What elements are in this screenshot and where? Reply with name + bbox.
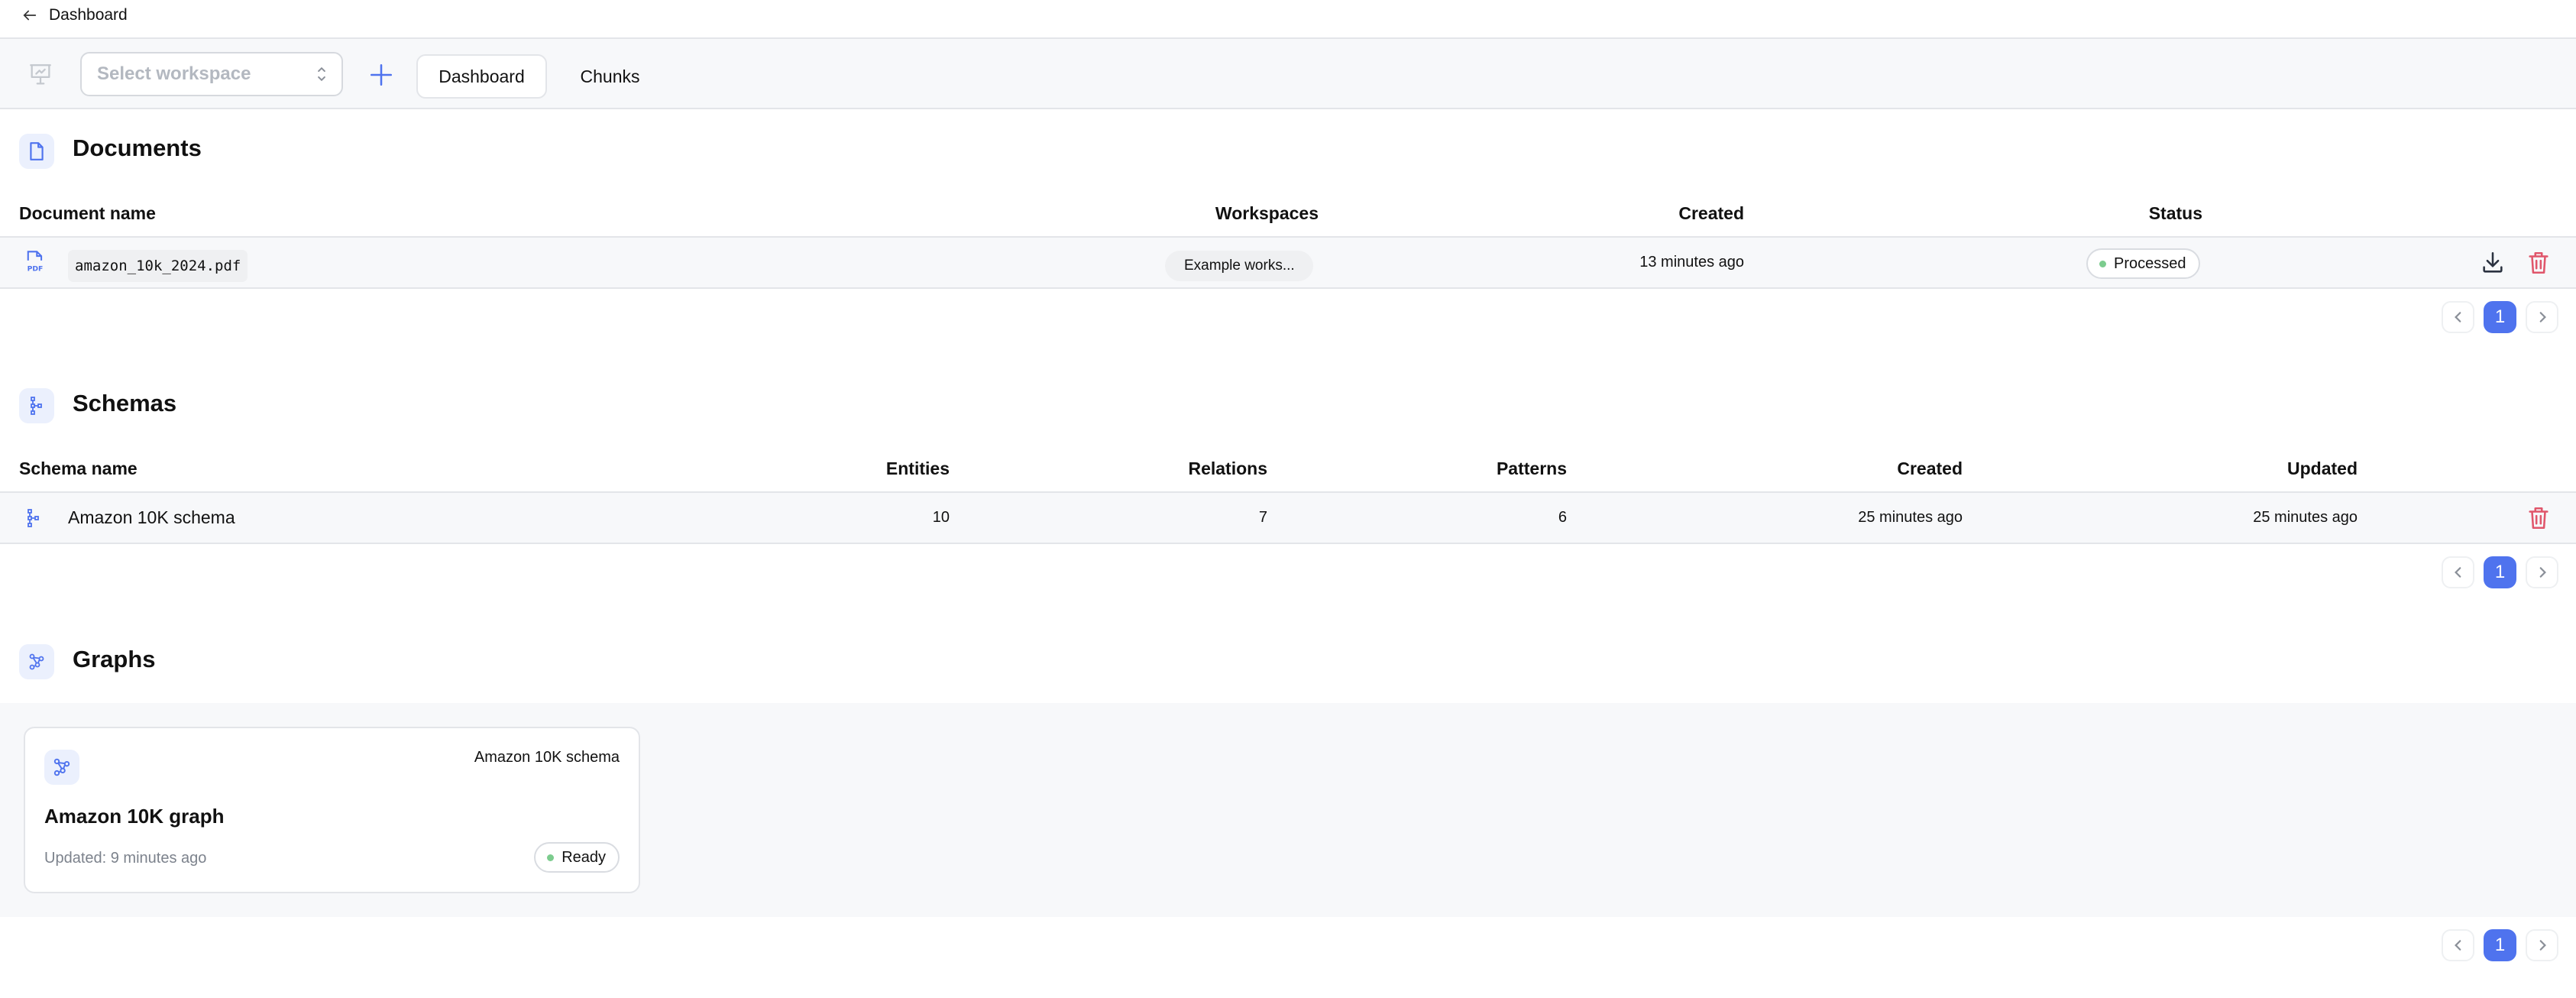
graph-icon	[53, 758, 70, 776]
schemas-section-icon	[19, 388, 54, 423]
documents-section-icon	[19, 134, 54, 169]
toolbar: Select workspace Dashboard Chunks	[0, 39, 2576, 109]
graph-icon	[29, 653, 44, 670]
chevron-left-icon	[2454, 940, 2461, 951]
back-label: Dashboard	[49, 6, 128, 24]
status-dot	[547, 854, 555, 861]
schema-icon	[31, 397, 42, 415]
workspace-select[interactable]: Select workspace	[80, 52, 343, 96]
schemas-title: Schemas	[73, 390, 177, 416]
document-row[interactable]: PDF amazon_10k_2024.pdf Example works...…	[0, 236, 2576, 289]
top-bar: Dashboard	[0, 0, 2576, 39]
tab-dashboard[interactable]: Dashboard	[416, 54, 547, 99]
graphs-pagination: 1	[2442, 929, 2558, 961]
chevron-right-icon	[2539, 312, 2546, 322]
workspace-select-placeholder: Select workspace	[97, 63, 251, 84]
chevron-left-icon	[2454, 312, 2461, 322]
graph-card-schema: Amazon 10K schema	[474, 749, 620, 766]
graphs-section-icon	[19, 644, 54, 679]
status-dot	[2099, 260, 2106, 267]
schemas-pagination: 1	[2442, 556, 2558, 588]
graph-card-icon	[44, 750, 79, 785]
page-1-button[interactable]: 1	[2484, 301, 2516, 333]
prev-page-button[interactable]	[2442, 301, 2474, 333]
document-icon	[30, 142, 44, 160]
graphs-title: Graphs	[73, 646, 156, 672]
schema-created: 25 minutes ago	[1858, 509, 1963, 526]
chevron-up-down-icon	[318, 66, 325, 82]
next-page-button[interactable]	[2526, 556, 2558, 588]
page-1-button[interactable]: 1	[2484, 929, 2516, 961]
download-icon[interactable]	[2480, 250, 2506, 276]
col-document-name: Document name	[19, 203, 156, 223]
col-patterns: Patterns	[1496, 458, 1567, 478]
schema-entities: 10	[932, 509, 950, 526]
workspace-chip: Example works...	[1165, 251, 1313, 281]
trash-icon[interactable]	[2526, 505, 2552, 531]
presentation-chart-icon	[30, 64, 51, 85]
tab-chunks[interactable]: Chunks	[565, 54, 655, 99]
graph-card-title: Amazon 10K graph	[44, 805, 225, 828]
status-label: Processed	[2114, 254, 2186, 272]
schema-icon	[28, 509, 39, 527]
documents-pagination: 1	[2442, 301, 2558, 333]
col-schema-name: Schema name	[19, 458, 138, 478]
chevron-right-icon	[2539, 940, 2546, 951]
schema-relations: 7	[1258, 509, 1267, 526]
schema-row[interactable]: Amazon 10K schema 10 7 6 25 minutes ago …	[0, 491, 2576, 544]
schema-patterns: 6	[1558, 509, 1567, 526]
graph-card-updated: Updated: 9 minutes ago	[44, 850, 207, 867]
status-badge: Processed	[2086, 248, 2200, 279]
arrow-left-icon	[23, 10, 37, 21]
svg-text:PDF: PDF	[28, 265, 44, 273]
page-1-button[interactable]: 1	[2484, 556, 2516, 588]
next-page-button[interactable]	[2526, 301, 2558, 333]
col-schema-created: Created	[1897, 458, 1963, 478]
add-workspace-button[interactable]	[368, 62, 394, 88]
document-created: 13 minutes ago	[1639, 254, 1744, 271]
col-relations: Relations	[1188, 458, 1267, 478]
next-page-button[interactable]	[2526, 929, 2558, 961]
col-entities: Entities	[885, 458, 950, 478]
chevron-left-icon	[2454, 567, 2461, 578]
col-workspaces: Workspaces	[1215, 203, 1319, 223]
graph-card[interactable]: Amazon 10K schema Amazon 10K graph Updat…	[24, 727, 640, 893]
document-filename[interactable]: amazon_10k_2024.pdf	[68, 250, 248, 282]
schema-updated: 25 minutes ago	[2253, 509, 2358, 526]
pdf-file-icon: PDF	[28, 251, 44, 273]
chevron-right-icon	[2539, 567, 2546, 578]
schema-name[interactable]: Amazon 10K schema	[68, 507, 235, 528]
graph-status-badge: Ready	[534, 842, 620, 873]
prev-page-button[interactable]	[2442, 556, 2474, 588]
col-created: Created	[1678, 203, 1744, 223]
col-schema-updated: Updated	[2287, 458, 2358, 478]
col-status: Status	[2148, 203, 2202, 223]
back-to-dashboard-link[interactable]: Dashboard	[21, 6, 128, 24]
prev-page-button[interactable]	[2442, 929, 2474, 961]
documents-title: Documents	[73, 134, 202, 161]
trash-icon[interactable]	[2526, 250, 2552, 276]
graph-status-label: Ready	[561, 848, 606, 866]
